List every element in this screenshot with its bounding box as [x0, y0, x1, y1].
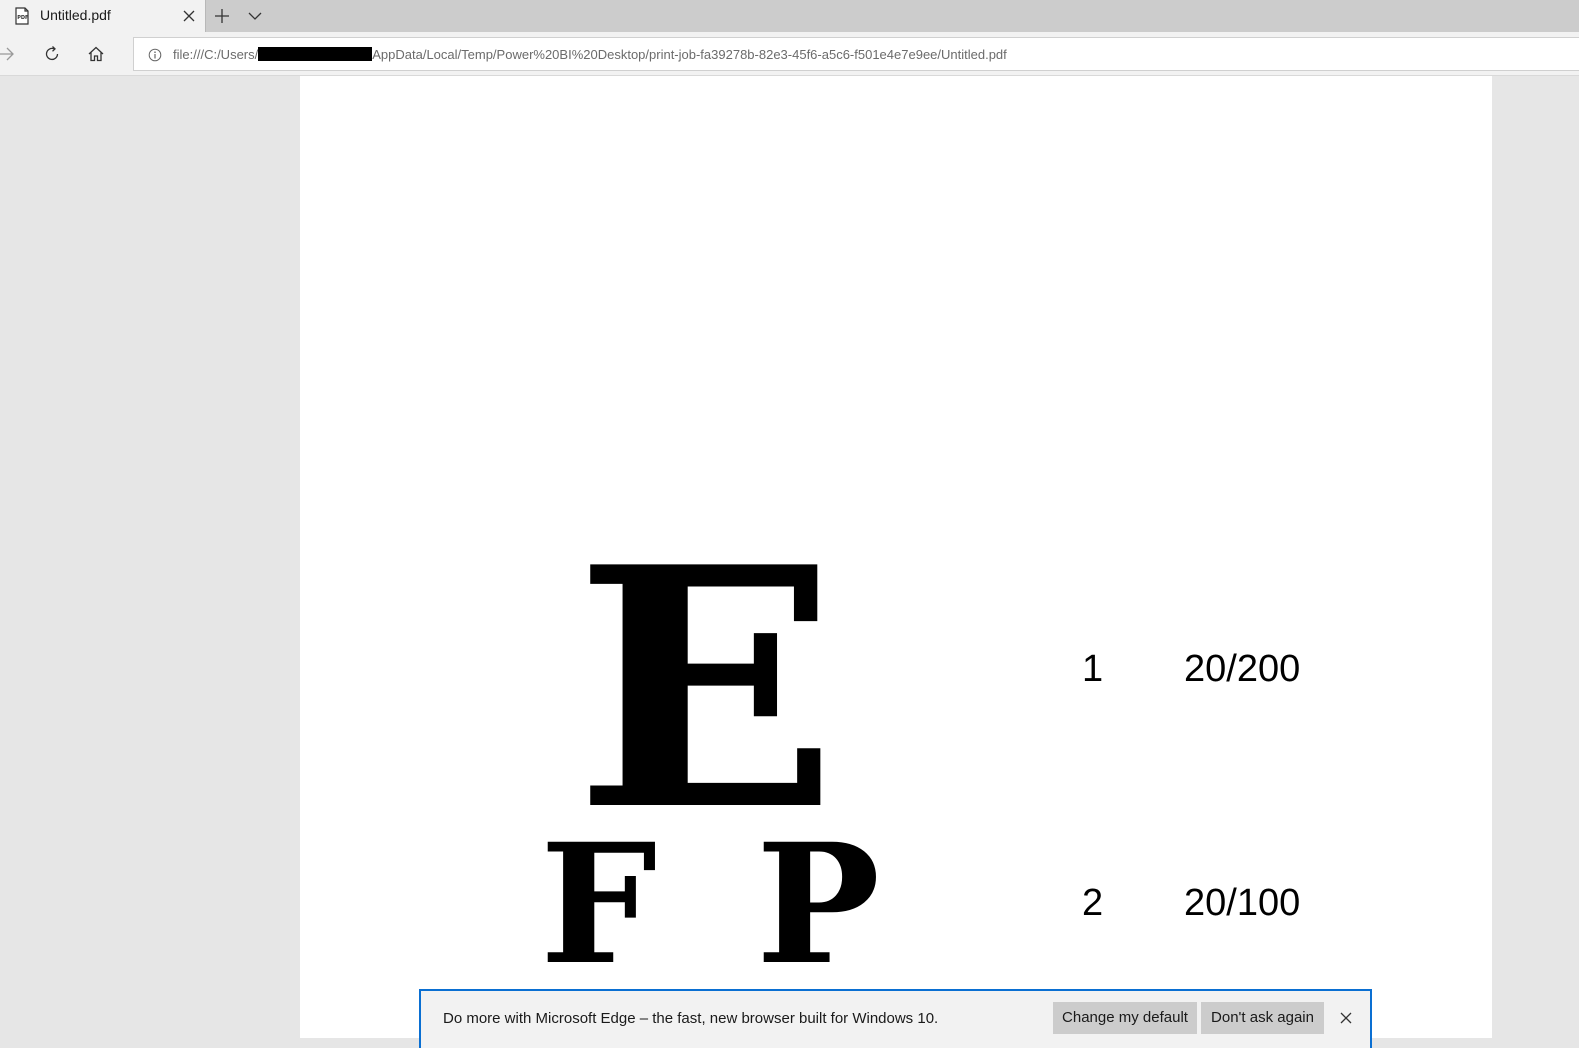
pdf-viewer[interactable]: E 1 20/200 F P 2 20/100 [0, 76, 1579, 1048]
new-tab-plus-icon[interactable] [214, 8, 230, 24]
refresh-icon[interactable] [42, 44, 62, 64]
row-acuity: 20/200 [1184, 648, 1301, 690]
tab-strip: PDF Untitled.pdf [0, 0, 1579, 32]
url-suffix: AppData/Local/Temp/Power%20BI%20Desktop/… [372, 47, 1007, 62]
address-bar[interactable]: file:///C:/Users/AppData/Local/Temp/Powe… [133, 37, 1579, 71]
edge-notification-bar: Do more with Microsoft Edge – the fast, … [419, 989, 1372, 1048]
home-icon[interactable] [86, 44, 106, 64]
dont-ask-again-button[interactable]: Don't ask again [1201, 1002, 1324, 1034]
url-text[interactable]: file:///C:/Users/AppData/Local/Temp/Powe… [173, 47, 1007, 62]
chart-letter: F [540, 807, 658, 1001]
change-default-button[interactable]: Change my default [1053, 1002, 1197, 1034]
chevron-down-icon[interactable] [247, 10, 263, 22]
pdf-file-icon: PDF [15, 7, 29, 25]
row-number: 2 [1082, 882, 1104, 924]
navigation-bar: file:///C:/Users/AppData/Local/Temp/Powe… [0, 32, 1579, 76]
tab-untitled-pdf[interactable]: PDF Untitled.pdf [0, 0, 206, 32]
info-icon[interactable] [148, 48, 162, 62]
chart-letter: P [756, 807, 881, 1001]
close-tab-icon[interactable] [182, 9, 196, 23]
notification-message: Do more with Microsoft Edge – the fast, … [443, 1010, 939, 1027]
chart-letter: E [574, 495, 839, 883]
url-prefix: file:///C:/Users/ [173, 47, 259, 62]
pdf-page: E 1 20/200 F P 2 20/100 [300, 76, 1492, 1038]
svg-text:PDF: PDF [17, 15, 28, 21]
row-number: 1 [1082, 648, 1104, 690]
redacted-username [258, 47, 373, 61]
forward-arrow-icon[interactable] [0, 44, 16, 64]
tab-title: Untitled.pdf [40, 7, 111, 23]
row-acuity: 20/100 [1184, 882, 1301, 924]
close-icon[interactable] [1339, 1011, 1353, 1025]
